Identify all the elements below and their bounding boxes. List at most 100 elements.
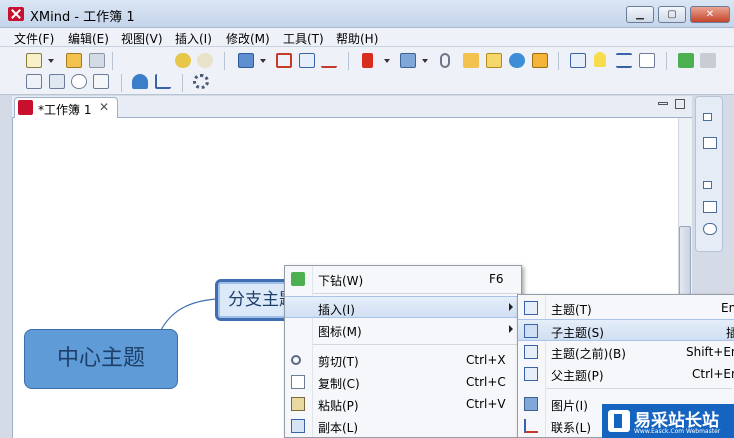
menu-modify[interactable]: 修改(M) xyxy=(226,30,270,47)
audio-icon[interactable] xyxy=(532,53,548,68)
title-bar: XMind - 工作簿 1 ▁ ▢ ✕ xyxy=(0,0,734,28)
idea-icon[interactable] xyxy=(594,52,606,67)
toolbar-separator xyxy=(558,52,559,70)
relationship-icon[interactable] xyxy=(321,53,337,68)
menu-item-label: 图片(I) xyxy=(551,399,588,413)
menu-item-label: 主题(T) xyxy=(551,303,592,317)
side-views-panel xyxy=(695,96,723,252)
chevron-down-icon[interactable] xyxy=(260,59,266,63)
drill-down-icon[interactable] xyxy=(678,53,694,68)
summary-icon[interactable] xyxy=(299,53,315,68)
menu-item-paste[interactable]: 粘贴(P) Ctrl+V xyxy=(285,393,521,415)
topic-icon xyxy=(524,301,538,315)
menu-insert[interactable]: 插入(I) xyxy=(175,30,212,47)
tab-workbook-1[interactable]: *工作簿 1 ✕ xyxy=(14,97,118,118)
undo-icon[interactable] xyxy=(175,53,191,68)
menu-help[interactable]: 帮助(H) xyxy=(336,30,378,47)
outline-icon[interactable] xyxy=(26,74,42,89)
search-icon[interactable] xyxy=(93,74,109,89)
attachment-icon[interactable] xyxy=(440,53,450,68)
menu-item-label: 图标(M) xyxy=(318,325,362,339)
menu-item-label: 主题(之前)(B) xyxy=(551,347,626,361)
menu-view[interactable]: 视图(V) xyxy=(121,30,163,47)
insert-topic-icon[interactable] xyxy=(238,53,254,68)
menu-separator xyxy=(313,293,519,294)
topic-before-icon xyxy=(524,345,538,359)
restore-icon[interactable] xyxy=(703,113,712,121)
watermark-subtext: Www.Easck.Com Webmaster xyxy=(634,428,721,435)
overview-icon[interactable] xyxy=(49,74,65,89)
zoom-view-icon[interactable] xyxy=(703,223,717,235)
properties-view-icon[interactable] xyxy=(703,137,717,149)
save-icon[interactable] xyxy=(89,53,105,68)
menu-item-label: 下钻(W) xyxy=(318,274,364,288)
upload-icon[interactable] xyxy=(132,74,148,89)
share-icon[interactable] xyxy=(155,74,171,89)
submenu-item-topic[interactable]: 主题(T) En xyxy=(518,297,734,319)
menu-edit[interactable]: 编辑(E) xyxy=(68,30,109,47)
minimize-button[interactable]: ▁ xyxy=(626,6,654,23)
parent-topic-icon xyxy=(524,367,538,381)
submenu-item-topic-before[interactable]: 主题(之前)(B) Shift+En xyxy=(518,341,734,363)
presentation-icon[interactable] xyxy=(570,53,586,68)
picture-icon xyxy=(524,397,538,411)
menu-item-duplicate[interactable]: 副本(L) xyxy=(285,415,521,437)
menu-separator xyxy=(546,388,732,389)
chevron-down-icon[interactable] xyxy=(422,59,428,63)
minimize-view-button[interactable] xyxy=(658,102,668,105)
gantt-icon[interactable] xyxy=(616,53,632,68)
maximize-view-button[interactable] xyxy=(675,99,685,109)
toolbar-separator xyxy=(224,52,225,70)
menu-tools[interactable]: 工具(T) xyxy=(283,30,324,47)
menu-item-shortcut: En xyxy=(721,301,734,315)
tab-title: *工作簿 1 xyxy=(38,103,92,117)
menu-item-markers[interactable]: 图标(M) xyxy=(285,319,521,341)
toolbar-separator xyxy=(348,52,349,70)
marker-flag-icon[interactable] xyxy=(362,53,373,68)
scissors-icon xyxy=(291,355,301,365)
submenu-item-parent-topic[interactable]: 父主题(P) Ctrl+En xyxy=(518,363,734,385)
watermark-logo-icon xyxy=(608,410,630,432)
restore-icon[interactable] xyxy=(703,181,712,189)
site-watermark: 易采站长站 Www.Easck.Com Webmaster xyxy=(602,404,734,438)
menu-item-insert[interactable]: 插入(I) xyxy=(285,296,521,318)
close-button[interactable]: ✕ xyxy=(690,6,730,23)
label-icon[interactable] xyxy=(463,53,479,68)
image-icon[interactable] xyxy=(400,53,416,68)
central-topic[interactable]: 中心主题 xyxy=(24,329,178,389)
chevron-down-icon[interactable] xyxy=(48,59,54,63)
xmind-logo-icon xyxy=(8,7,24,21)
menu-bar: 文件(F) 编辑(E) 视图(V) 插入(I) 修改(M) 工具(T) 帮助(H… xyxy=(0,28,734,47)
notes-icon[interactable] xyxy=(486,53,502,68)
drill-up-icon[interactable] xyxy=(700,53,716,68)
settings-icon[interactable] xyxy=(193,74,209,89)
task-icon[interactable] xyxy=(639,53,655,68)
subtopic-icon xyxy=(524,324,538,338)
copy-icon xyxy=(291,375,305,389)
outline-view-icon[interactable] xyxy=(703,201,717,213)
menu-separator xyxy=(313,344,519,345)
redo-icon[interactable] xyxy=(197,53,213,68)
chevron-down-icon[interactable] xyxy=(384,59,390,63)
relationship-icon xyxy=(524,419,538,433)
new-workbook-icon[interactable] xyxy=(26,53,42,68)
menu-item-label: 父主题(P) xyxy=(551,369,604,383)
menu-item-drill-down[interactable]: 下钻(W) F6 xyxy=(285,268,521,290)
hyperlink-icon[interactable] xyxy=(509,53,525,68)
menu-item-label: 子主题(S) xyxy=(551,326,604,340)
menu-item-shortcut: Ctrl+C xyxy=(466,375,506,389)
menu-item-shortcut: Ctrl+En xyxy=(692,367,734,381)
menu-item-copy[interactable]: 复制(C) Ctrl+C xyxy=(285,371,521,393)
close-tab-button[interactable]: ✕ xyxy=(99,100,109,114)
menu-item-cut[interactable]: 剪切(T) Ctrl+X xyxy=(285,349,521,371)
boundary-icon[interactable] xyxy=(276,53,292,68)
toolbar-separator xyxy=(666,52,667,70)
open-icon[interactable] xyxy=(66,53,82,68)
menu-file[interactable]: 文件(F) xyxy=(14,30,54,47)
submenu-arrow-icon xyxy=(509,325,513,333)
maximize-button[interactable]: ▢ xyxy=(658,6,686,23)
clock-icon[interactable] xyxy=(71,74,87,89)
branch-topic[interactable]: 分支主题 xyxy=(215,279,295,321)
submenu-item-subtopic[interactable]: 子主题(S) 插 xyxy=(518,319,734,341)
duplicate-icon xyxy=(291,419,305,433)
